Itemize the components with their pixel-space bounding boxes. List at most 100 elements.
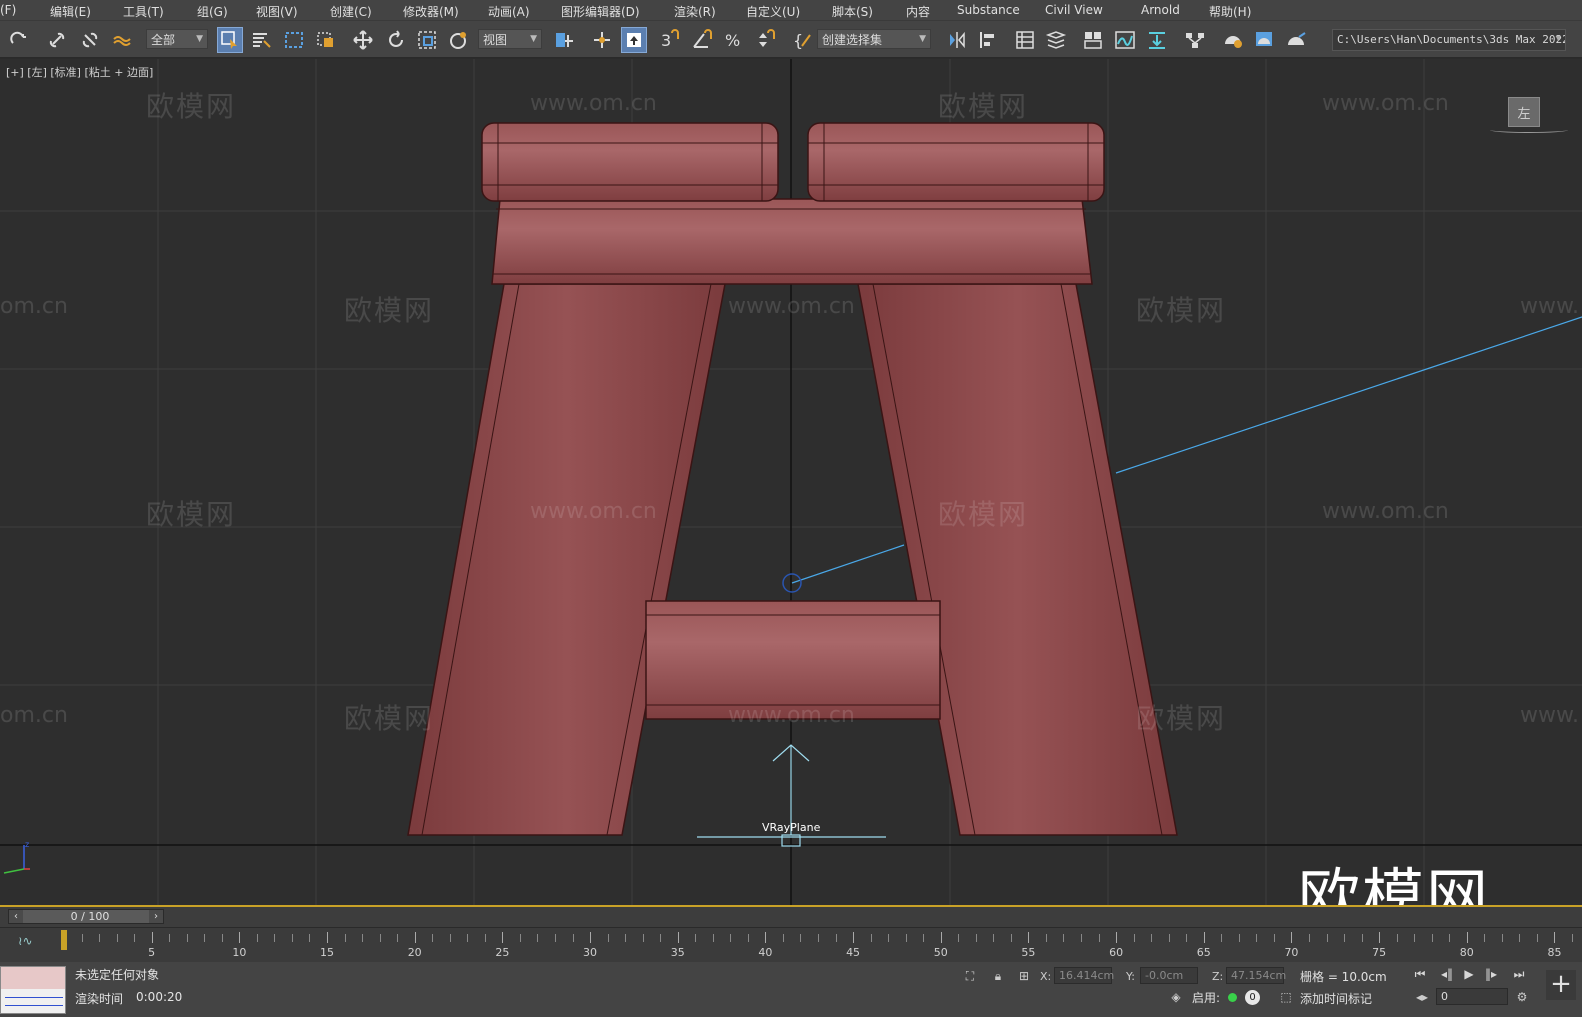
rotate-icon[interactable] (383, 27, 409, 53)
timeline-tick-label: 50 (933, 946, 948, 959)
timeline-tick (1536, 934, 1538, 942)
keyboard-shortcut-override-icon[interactable] (621, 27, 647, 53)
watermark: 欧模网 (344, 702, 435, 735)
menu-item[interactable]: 动画(A) (488, 3, 530, 20)
go-to-start-icon[interactable]: ⏮ (1411, 967, 1429, 983)
place-icon[interactable] (446, 27, 472, 53)
next-frame-arrow-icon[interactable]: › (149, 910, 163, 923)
rect-selection-icon[interactable] (281, 27, 307, 53)
menu-item[interactable]: 帮助(H) (1209, 3, 1251, 20)
window-crossing-icon[interactable] (313, 27, 339, 53)
timeline-tick (449, 934, 451, 942)
rendered-frame-icon[interactable] (1251, 27, 1277, 53)
curve-editor-icon[interactable] (1112, 27, 1138, 53)
selection-lock-icon[interactable]: 🔒︎ (990, 968, 1006, 984)
y-label: Y: (1126, 970, 1135, 983)
angle-snap-icon[interactable] (689, 27, 715, 53)
mini-curve-editor-icon[interactable]: ≀∿ (18, 934, 33, 948)
dope-sheet-icon[interactable] (1144, 27, 1170, 53)
bind-space-warp-icon[interactable] (109, 27, 135, 53)
add-button[interactable]: + (1546, 970, 1576, 1000)
scale-icon[interactable] (414, 27, 440, 53)
timeline-tick (1308, 934, 1310, 942)
frame-spinner-icon[interactable]: ◂▸ (1414, 989, 1430, 1005)
menu-item[interactable]: 内容 (906, 3, 930, 20)
timeline-tick (625, 934, 627, 942)
timeline-tick (81, 934, 83, 942)
z-coord-field[interactable]: 47.154cm (1226, 967, 1286, 984)
selection-filter-dropdown[interactable]: 全部 ▼ (146, 29, 208, 49)
select-by-name-icon[interactable] (248, 27, 274, 53)
unlink-icon[interactable] (77, 27, 103, 53)
mirror-icon[interactable] (944, 27, 970, 53)
redo-icon[interactable] (6, 27, 32, 53)
next-key-icon[interactable]: ‖▸ (1482, 967, 1500, 983)
viewport-label[interactable]: [+] [左] [标准] [粘土 + 边面] (6, 64, 153, 80)
add-time-tag-button[interactable]: 添加时间标记 (1300, 990, 1372, 1007)
menu-item[interactable]: 创建(C) (330, 3, 372, 20)
menu-item[interactable]: (F) (0, 3, 16, 17)
render-production-icon[interactable] (1283, 27, 1309, 53)
toggle-ribbon-icon[interactable] (1080, 27, 1106, 53)
schematic-view-icon[interactable] (1182, 27, 1208, 53)
prev-frame-arrow-icon[interactable]: ‹ (9, 910, 23, 923)
x-coord-field[interactable]: 16.414cm (1054, 967, 1114, 984)
prev-key-icon[interactable]: ◂‖ (1438, 967, 1456, 983)
maxscript-mini-listener[interactable] (0, 966, 66, 1014)
menu-item[interactable]: 组(G) (197, 3, 228, 20)
site-logo: 欧模网 (1298, 861, 1491, 907)
project-path-field[interactable]: C:\Users\Han\Documents\3ds Max 2022 ▼ (1332, 29, 1566, 51)
current-frame-marker[interactable] (61, 930, 67, 950)
menu-item[interactable]: 修改器(M) (403, 3, 459, 20)
menu-item[interactable]: 图形编辑器(D) (561, 3, 640, 20)
absolute-mode-icon[interactable]: ⊞ (1016, 968, 1032, 984)
move-icon[interactable] (350, 27, 376, 53)
viewcube-compass[interactable] (1490, 127, 1568, 133)
watermark: www.om.cn (1322, 91, 1449, 116)
y-coord-field[interactable]: -0.0cm (1140, 967, 1198, 984)
percent-snap-icon[interactable]: % (721, 27, 747, 53)
render-setup-icon[interactable] (1220, 27, 1246, 53)
menu-item[interactable]: Civil View (1045, 3, 1103, 17)
menu-item[interactable]: 工具(T) (123, 3, 164, 20)
edit-named-selection-icon[interactable]: { (790, 27, 816, 53)
timeline-tick (1519, 934, 1521, 942)
pivot-center-icon[interactable] (551, 27, 577, 53)
menu-item[interactable]: Arnold (1141, 3, 1180, 17)
menu-item[interactable]: Substance (957, 3, 1020, 17)
layer-explorer-icon[interactable] (1043, 27, 1069, 53)
time-config-icon[interactable]: ⚙ (1514, 989, 1530, 1005)
named-selection-dropdown[interactable]: 创建选择集 ▼ (817, 29, 931, 49)
time-slider[interactable]: ‹ 0 / 100 › (0, 907, 1582, 927)
timeline-tick-label: 60 (1109, 946, 1124, 959)
ref-coord-dropdown[interactable]: 视图 ▼ (478, 29, 542, 49)
snaps-toggle-icon[interactable]: 3 (656, 27, 682, 53)
menu-item[interactable]: 脚本(S) (832, 3, 873, 20)
link-icon[interactable] (44, 27, 70, 53)
time-tag-icon[interactable]: ⬚ (1278, 989, 1294, 1005)
go-to-end-icon[interactable]: ⏭ (1510, 967, 1528, 983)
menu-item[interactable]: 自定义(U) (746, 3, 800, 20)
isolate-selection-icon[interactable]: ⛶ (962, 968, 978, 984)
menu-item[interactable]: 视图(V) (256, 3, 298, 20)
select-object-icon[interactable] (217, 27, 243, 53)
current-frame-field[interactable]: 0 (1436, 988, 1508, 1005)
left-viewport[interactable]: [+] [左] [标准] [粘土 + 边面] 欧模网 www.om.cn 欧模网… (0, 59, 1582, 907)
align-icon[interactable] (975, 27, 1001, 53)
spinner-snap-icon[interactable] (752, 27, 778, 53)
time-slider-box[interactable]: ‹ 0 / 100 › (8, 909, 164, 924)
viewcube[interactable]: 左 (1508, 97, 1540, 127)
play-icon[interactable]: ▶ (1460, 967, 1478, 983)
path-dropdown-arrow-icon[interactable]: ▼ (1556, 34, 1561, 44)
timeline-tick-label: 80 (1459, 946, 1474, 959)
timeline-tick-label: 40 (758, 946, 773, 959)
adaptive-degradation-icon[interactable]: ◈ (1168, 989, 1184, 1005)
select-manipulate-icon[interactable] (589, 27, 615, 53)
menu-item[interactable]: 编辑(E) (50, 3, 91, 20)
timeline-tick (782, 934, 784, 942)
timeline-tick-label: 70 (1284, 946, 1299, 959)
menu-item[interactable]: 渲染(R) (674, 3, 716, 20)
track-bar[interactable]: ≀∿ 5 10 15 20 25 30 35 40 45 50 55 60 65 70 75 80 85 (0, 927, 1582, 962)
timeline-tick (467, 934, 469, 942)
scene-explorer-icon[interactable] (1012, 27, 1038, 53)
